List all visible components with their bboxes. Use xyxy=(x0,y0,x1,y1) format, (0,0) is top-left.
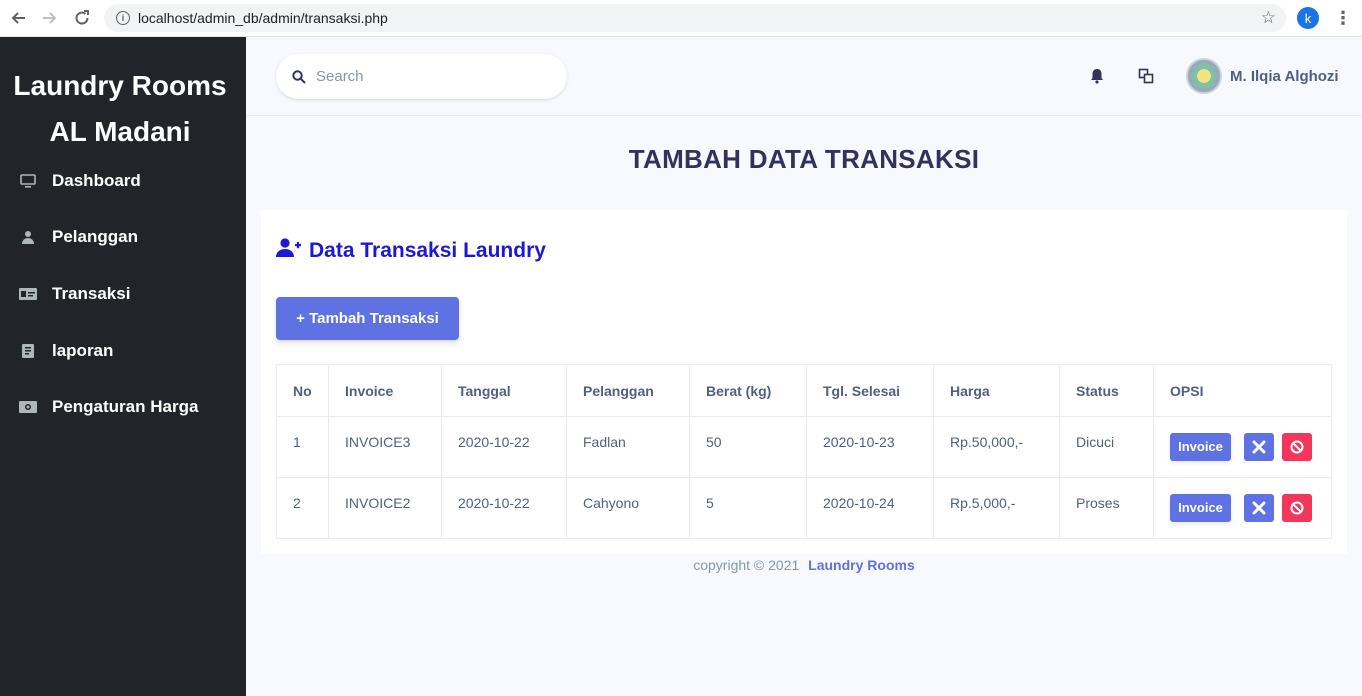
cell-opsi: Invoice xyxy=(1153,416,1332,478)
money-card-icon xyxy=(19,287,37,301)
search-input[interactable] xyxy=(316,68,536,85)
cell-harga: Rp.5,000,- xyxy=(933,477,1060,539)
cell-invoice: INVOICE2 xyxy=(328,477,442,539)
col-header-no: No xyxy=(276,364,329,417)
bell-icon[interactable] xyxy=(1090,68,1104,89)
address-url: localhost/admin_db/admin/transaksi.php xyxy=(138,10,388,26)
cell-tanggal: 2020-10-22 xyxy=(441,416,567,478)
page-title: TAMBAH DATA TRANSAKSI xyxy=(628,144,980,174)
sidebar-item-label: Dashboard xyxy=(52,171,141,190)
cell-invoice: INVOICE3 xyxy=(328,416,442,478)
cell-harga: Rp.50,000,- xyxy=(933,416,1060,478)
star-icon[interactable]: ☆ xyxy=(1261,8,1276,28)
col-header-tgl-selesai: Tgl. Selesai xyxy=(806,364,934,417)
cash-icon xyxy=(19,400,37,414)
edit-button[interactable] xyxy=(1244,494,1274,522)
user-icon xyxy=(19,230,37,244)
user-name[interactable]: M. Ilqia Alghozi xyxy=(1230,68,1339,85)
report-icon xyxy=(19,344,37,358)
info-icon[interactable]: i xyxy=(116,11,130,25)
edit-button[interactable] xyxy=(1244,433,1274,461)
brand-line-1: Laundry Rooms xyxy=(13,70,227,101)
cell-status: Dicuci xyxy=(1059,416,1154,478)
sidebar-item-label: Pengaturan Harga xyxy=(52,397,199,416)
card-title-text: Data Transaksi Laundry xyxy=(309,239,546,262)
sidebar-item-pelanggan[interactable]: Pelanggan xyxy=(0,217,246,257)
sidebar-item-label: Pelanggan xyxy=(52,227,138,246)
browser-toolbar: i localhost/admin_db/admin/transaksi.php… xyxy=(0,0,1362,37)
back-arrow-icon[interactable] xyxy=(8,8,28,28)
col-header-opsi: OPSI xyxy=(1153,364,1332,417)
sidebar-item-pengaturan-harga[interactable]: Pengaturan Harga xyxy=(0,387,246,427)
cell-berat: 50 xyxy=(689,416,807,478)
cell-tanggal: 2020-10-22 xyxy=(441,477,567,539)
transactions-table: No Invoice Tanggal Pelanggan Berat (kg) … xyxy=(276,364,1332,539)
col-header-harga: Harga xyxy=(933,364,1060,417)
sidebar: Laundry Rooms AL Madani Dashboard Pelang… xyxy=(0,37,246,696)
col-header-berat: Berat (kg) xyxy=(689,364,807,417)
col-header-invoice: Invoice xyxy=(328,364,442,417)
table-row: 2 INVOICE2 2020-10-22 Cahyono 5 2020-10-… xyxy=(276,477,1332,539)
brand-line-2: AL Madani xyxy=(49,116,191,147)
browser-profile-avatar[interactable]: k xyxy=(1297,7,1319,29)
user-plus-icon xyxy=(276,238,302,264)
ban-icon xyxy=(1290,501,1304,515)
invoice-button[interactable]: Invoice xyxy=(1170,494,1231,522)
sidebar-item-laporan[interactable]: laporan xyxy=(0,331,246,371)
table-header-row: No Invoice Tanggal Pelanggan Berat (kg) … xyxy=(276,364,1332,417)
add-transaction-button[interactable]: + Tambah Transaksi xyxy=(276,297,459,340)
cell-tgl-selesai: 2020-10-24 xyxy=(806,477,934,539)
avatar[interactable] xyxy=(1186,58,1222,94)
transactions-card: Data Transaksi Laundry + Tambah Transaks… xyxy=(261,210,1347,554)
tools-icon xyxy=(1252,440,1266,454)
search-icon xyxy=(292,69,306,84)
delete-button[interactable] xyxy=(1282,433,1312,461)
ban-icon xyxy=(1290,440,1304,454)
cell-no: 2 xyxy=(276,477,329,539)
forward-arrow-icon[interactable] xyxy=(40,8,60,28)
apps-icon[interactable] xyxy=(1138,68,1154,89)
table-row: 1 INVOICE3 2020-10-22 Fadlan 50 2020-10-… xyxy=(276,416,1332,478)
sidebar-item-label: laporan xyxy=(52,341,114,360)
delete-button[interactable] xyxy=(1282,494,1312,522)
sidebar-item-dashboard[interactable]: Dashboard xyxy=(0,161,246,201)
sidebar-item-label: Transaksi xyxy=(52,284,131,303)
reload-icon[interactable] xyxy=(72,8,92,28)
tools-icon xyxy=(1252,501,1266,515)
cell-opsi: Invoice xyxy=(1153,477,1332,539)
cell-pelanggan: Fadlan xyxy=(566,416,690,478)
cell-berat: 5 xyxy=(689,477,807,539)
col-header-pelanggan: Pelanggan xyxy=(566,364,690,417)
address-bar[interactable]: i localhost/admin_db/admin/transaksi.php… xyxy=(104,4,1286,32)
search-box[interactable] xyxy=(276,54,567,99)
card-title: Data Transaksi Laundry xyxy=(276,238,546,264)
col-header-status: Status xyxy=(1059,364,1154,417)
cell-tgl-selesai: 2020-10-23 xyxy=(806,416,934,478)
cell-pelanggan: Cahyono xyxy=(566,477,690,539)
monitor-icon xyxy=(19,174,37,188)
cell-no: 1 xyxy=(276,416,329,478)
top-navbar: M. Ilqia Alghozi xyxy=(246,37,1362,116)
sidebar-item-transaksi[interactable]: Transaksi xyxy=(0,274,246,314)
browser-menu-icon[interactable]: ⋮ xyxy=(1334,8,1352,29)
footer-brand-link[interactable]: Laundry Rooms xyxy=(808,557,915,573)
footer: copyright © 2021 Laundry Rooms xyxy=(246,557,1362,573)
copyright-text: copyright © 2021 xyxy=(693,557,800,573)
sidebar-brand[interactable]: Laundry Rooms AL Madani xyxy=(0,63,240,155)
col-header-tanggal: Tanggal xyxy=(441,364,567,417)
cell-status: Proses xyxy=(1059,477,1154,539)
invoice-button[interactable]: Invoice xyxy=(1170,433,1231,461)
